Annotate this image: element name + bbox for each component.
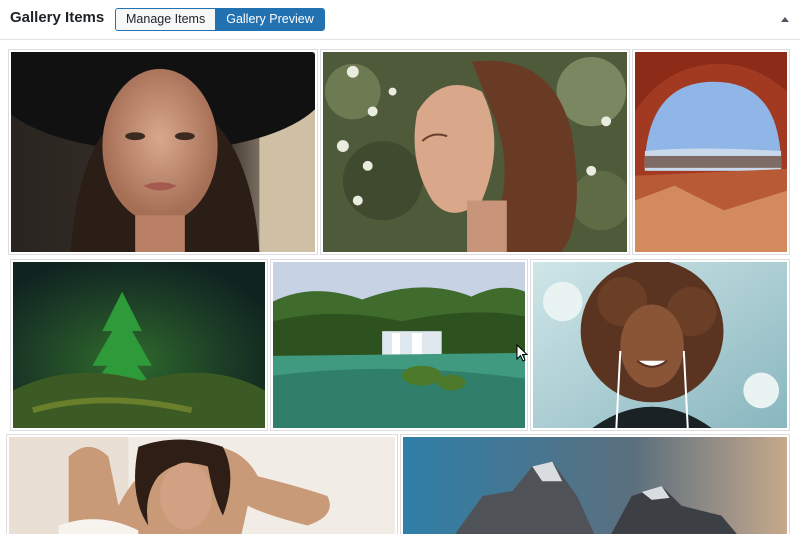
view-tabs: Manage Items Gallery Preview	[115, 8, 325, 31]
panel-title: Gallery Items	[10, 9, 105, 26]
gallery-item-2[interactable]	[320, 49, 630, 255]
gallery-items-header: Gallery Items Manage Items Gallery Previ…	[0, 0, 800, 40]
gallery-item-8[interactable]	[400, 434, 790, 534]
landscape-photo	[403, 437, 787, 534]
collapse-toggle-button[interactable]	[778, 12, 792, 26]
gallery-preview-grid	[0, 41, 800, 534]
tab-manage-items[interactable]: Manage Items	[116, 9, 217, 30]
gallery-item-3[interactable]	[632, 49, 790, 255]
portrait-photo	[11, 52, 315, 252]
landscape-photo	[635, 52, 787, 252]
gallery-item-7[interactable]	[6, 434, 398, 534]
tab-gallery-preview[interactable]: Gallery Preview	[216, 9, 324, 30]
gallery-item-5[interactable]	[270, 259, 528, 431]
landscape-photo	[273, 262, 525, 428]
portrait-photo	[9, 437, 395, 534]
triangle-up-icon	[781, 17, 789, 22]
gallery-item-4[interactable]	[10, 259, 268, 431]
portrait-photo	[323, 52, 627, 252]
gallery-item-6[interactable]	[530, 259, 790, 431]
portrait-photo	[533, 262, 787, 428]
gallery-item-1[interactable]	[8, 49, 318, 255]
nature-photo	[13, 262, 265, 428]
